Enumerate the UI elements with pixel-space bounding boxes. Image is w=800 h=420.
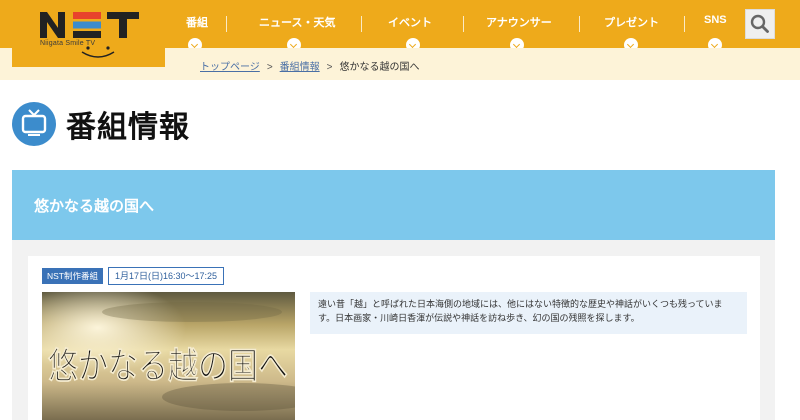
airtime-badge: 1月17日(日)16:30～17:25	[108, 267, 225, 285]
program-title-banner: 悠かなる越の国へ	[12, 170, 775, 240]
global-nav: 番組 ニュース・天気 イベント アナウンサー プレゼント SNS	[166, 0, 741, 52]
breadcrumb-current: 悠かなる越の国へ	[339, 62, 420, 73]
nav-divider	[463, 16, 464, 32]
breadcrumb-link-top[interactable]: トップページ	[200, 62, 260, 73]
tv-icon	[12, 102, 56, 146]
page-title: 番組情報	[66, 110, 190, 145]
nav-item-programs[interactable]: 番組	[186, 0, 208, 52]
search-button[interactable]	[745, 9, 775, 39]
program-description: 遠い昔「越」と呼ばれた日本海側の地域には、他にはない特徴的な歴史や神話がいくつも…	[310, 292, 747, 334]
nav-item-label: ニュース・天気	[259, 17, 336, 29]
breadcrumb-separator: >	[326, 62, 333, 73]
nav-divider	[361, 16, 362, 32]
search-icon	[750, 14, 769, 33]
nav-item-label: プレゼント	[604, 17, 659, 29]
nav-item-news-weather[interactable]: ニュース・天気	[259, 0, 335, 52]
nav-item-sns[interactable]: SNS	[704, 0, 728, 52]
nav-item-label: イベント	[388, 17, 432, 29]
nav-item-label: アナウンサー	[486, 17, 552, 29]
site-logo[interactable]: Niigata Smile TV	[12, 0, 165, 67]
nav-item-label: SNS	[704, 14, 727, 26]
nav-divider	[226, 16, 227, 32]
nst-logo-mark	[40, 12, 139, 38]
nav-item-presents[interactable]: プレゼント	[604, 0, 660, 52]
production-badge: NST制作番組	[42, 268, 104, 284]
breadcrumb-link-programs[interactable]: 番組情報	[280, 62, 320, 73]
nav-divider	[684, 16, 685, 32]
smile-icon	[81, 46, 115, 58]
program-thumbnail: 悠かなる越の国へ	[42, 292, 295, 420]
nav-item-announcers[interactable]: アナウンサー	[486, 0, 552, 52]
nav-item-events[interactable]: イベント	[388, 0, 438, 52]
thumbnail-title-text: 悠かなる越の国へ	[48, 345, 288, 387]
program-title: 悠かなる越の国へ	[34, 197, 155, 215]
breadcrumb: トップページ > 番組情報 > 悠かなる越の国へ	[200, 58, 420, 73]
breadcrumb-separator: >	[266, 62, 273, 73]
nav-item-label: 番組	[186, 17, 208, 29]
nav-divider	[579, 16, 580, 32]
